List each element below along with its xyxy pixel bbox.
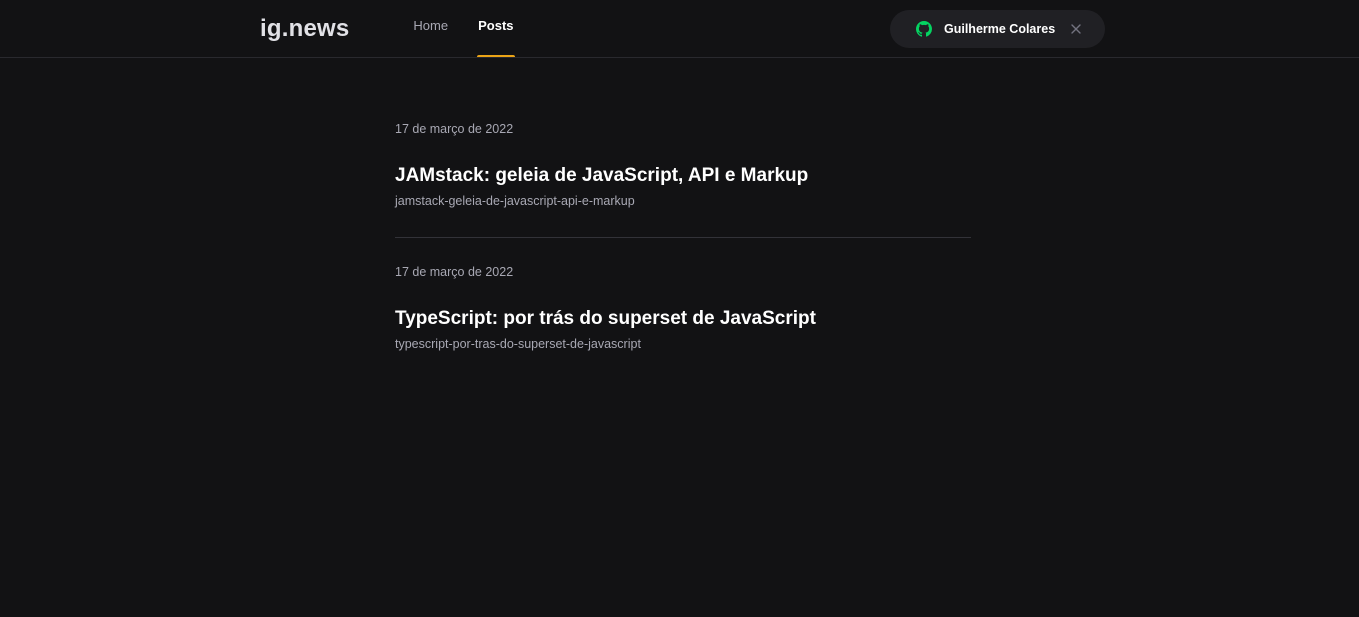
post-slug: typescript-por-tras-do-superset-de-javas…: [395, 337, 641, 351]
posts-list: 17 de março de 2022 JAMstack: geleia de …: [395, 58, 971, 352]
post-date: 17 de março de 2022: [395, 265, 514, 279]
post-item[interactable]: 17 de março de 2022 TypeScript: por trás…: [395, 264, 971, 352]
user-name: Guilherme Colares: [944, 21, 1056, 36]
github-user-button[interactable]: Guilherme Colares: [890, 9, 1105, 48]
post-title[interactable]: JAMstack: geleia de JavaScript, API e Ma…: [395, 164, 971, 188]
main-nav: Home Posts: [412, 0, 515, 57]
close-icon[interactable]: [1070, 23, 1082, 35]
post-title[interactable]: TypeScript: por trás do superset de Java…: [395, 307, 971, 331]
nav-link-home[interactable]: Home: [412, 0, 449, 57]
github-icon: [916, 20, 932, 37]
header-content: ig.news Home Posts Guilherme Colares: [260, 0, 1105, 57]
post-date: 17 de março de 2022: [395, 122, 514, 136]
post-slug: jamstack-geleia-de-javascript-api-e-mark…: [395, 194, 635, 208]
nav-link-posts[interactable]: Posts: [477, 0, 515, 57]
divider: [395, 237, 971, 238]
header: ig.news Home Posts Guilherme Colares: [0, 0, 1359, 58]
logo[interactable]: ig.news: [260, 15, 349, 43]
post-item[interactable]: 17 de março de 2022 JAMstack: geleia de …: [395, 121, 971, 209]
